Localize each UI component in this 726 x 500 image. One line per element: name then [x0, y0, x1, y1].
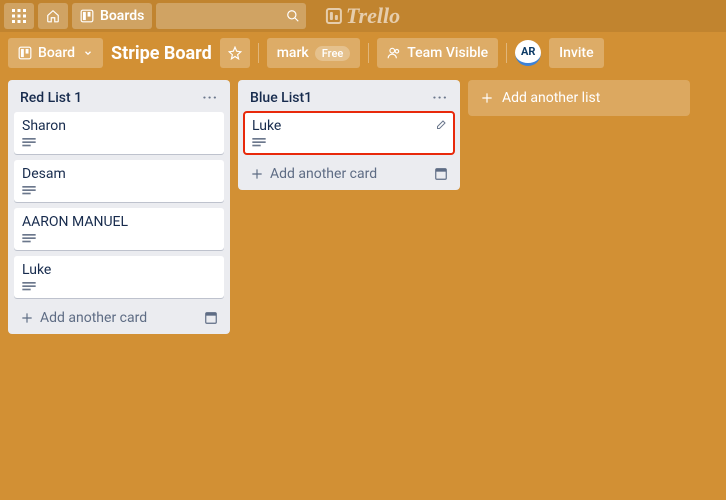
divider [258, 43, 259, 63]
member-avatar[interactable]: AR [515, 40, 541, 66]
divider [506, 43, 507, 63]
workspace-user: mark [277, 45, 309, 61]
description-icon [22, 186, 36, 196]
add-card-button[interactable]: Add another card [20, 310, 147, 326]
star-button[interactable] [220, 38, 250, 68]
card-title: AARON MANUEL [22, 214, 216, 230]
description-icon [252, 138, 266, 148]
board-canvas: Red List 1 ··· Sharon Desam AARON MANUEL Luke… [0, 74, 726, 340]
board-header: Board Stripe Board mark Free Team Visibl… [0, 32, 726, 74]
list-actions-button[interactable]: ··· [432, 90, 448, 106]
card[interactable]: Luke [14, 256, 224, 298]
board-icon [80, 9, 94, 23]
add-card-label: Add another card [40, 310, 147, 326]
search-icon [286, 9, 300, 23]
visibility-pill[interactable]: Team Visible [377, 38, 498, 68]
invite-label: Invite [559, 45, 593, 61]
list-title[interactable]: Red List 1 [20, 90, 82, 106]
chevron-down-icon [83, 48, 93, 58]
apps-button[interactable] [4, 3, 34, 29]
plus-icon [20, 311, 34, 325]
card-title: Luke [22, 262, 216, 278]
description-icon [22, 138, 36, 148]
workspace-pill[interactable]: mark Free [267, 38, 361, 68]
divider [368, 43, 369, 63]
edit-card-button[interactable] [436, 118, 448, 130]
home-icon [46, 9, 60, 23]
home-button[interactable] [38, 3, 68, 29]
list: Blue List1 ··· Luke Add another card [238, 80, 460, 190]
card-title: Sharon [22, 118, 216, 134]
card-template-button[interactable] [204, 311, 218, 325]
list-title[interactable]: Blue List1 [250, 90, 312, 106]
board-switcher[interactable]: Board [8, 38, 103, 68]
star-icon [228, 46, 242, 60]
board-icon [18, 46, 32, 60]
brand-text: Trello [346, 3, 400, 29]
list-header: Red List 1 ··· [14, 86, 224, 112]
add-list-label: Add another list [502, 90, 600, 106]
edit-icon [436, 118, 448, 130]
plan-badge: Free [315, 46, 351, 61]
add-card-row: Add another card [244, 160, 454, 184]
card-title: Luke [252, 118, 446, 134]
plus-icon [480, 91, 494, 105]
description-icon [22, 234, 36, 244]
team-icon [387, 46, 401, 60]
list-header: Blue List1 ··· [244, 86, 454, 112]
list-actions-button[interactable]: ··· [202, 90, 218, 106]
description-icon [22, 282, 36, 292]
boards-button[interactable]: Boards [72, 3, 152, 29]
grid-icon [12, 9, 26, 23]
card[interactable]: Desam [14, 160, 224, 202]
board-switcher-label: Board [38, 45, 75, 61]
boards-label: Boards [100, 8, 144, 24]
search-input[interactable] [156, 3, 306, 29]
add-card-button[interactable]: Add another card [250, 166, 377, 182]
add-card-row: Add another card [14, 304, 224, 328]
list: Red List 1 ··· Sharon Desam AARON MANUEL Luke… [8, 80, 230, 334]
add-list-button[interactable]: Add another list [468, 80, 690, 116]
brand: Trello [326, 3, 400, 29]
template-icon [434, 167, 448, 181]
trello-logo-icon [326, 8, 342, 24]
board-title[interactable]: Stripe Board [111, 43, 212, 64]
topbar: Boards Trello [0, 0, 726, 32]
card[interactable]: Sharon [14, 112, 224, 154]
visibility-label: Team Visible [407, 45, 488, 61]
invite-button[interactable]: Invite [549, 38, 603, 68]
template-icon [204, 311, 218, 325]
card-template-button[interactable] [434, 167, 448, 181]
card[interactable]: Luke [244, 112, 454, 154]
plus-icon [250, 167, 264, 181]
card[interactable]: AARON MANUEL [14, 208, 224, 250]
card-title: Desam [22, 166, 216, 182]
add-card-label: Add another card [270, 166, 377, 182]
